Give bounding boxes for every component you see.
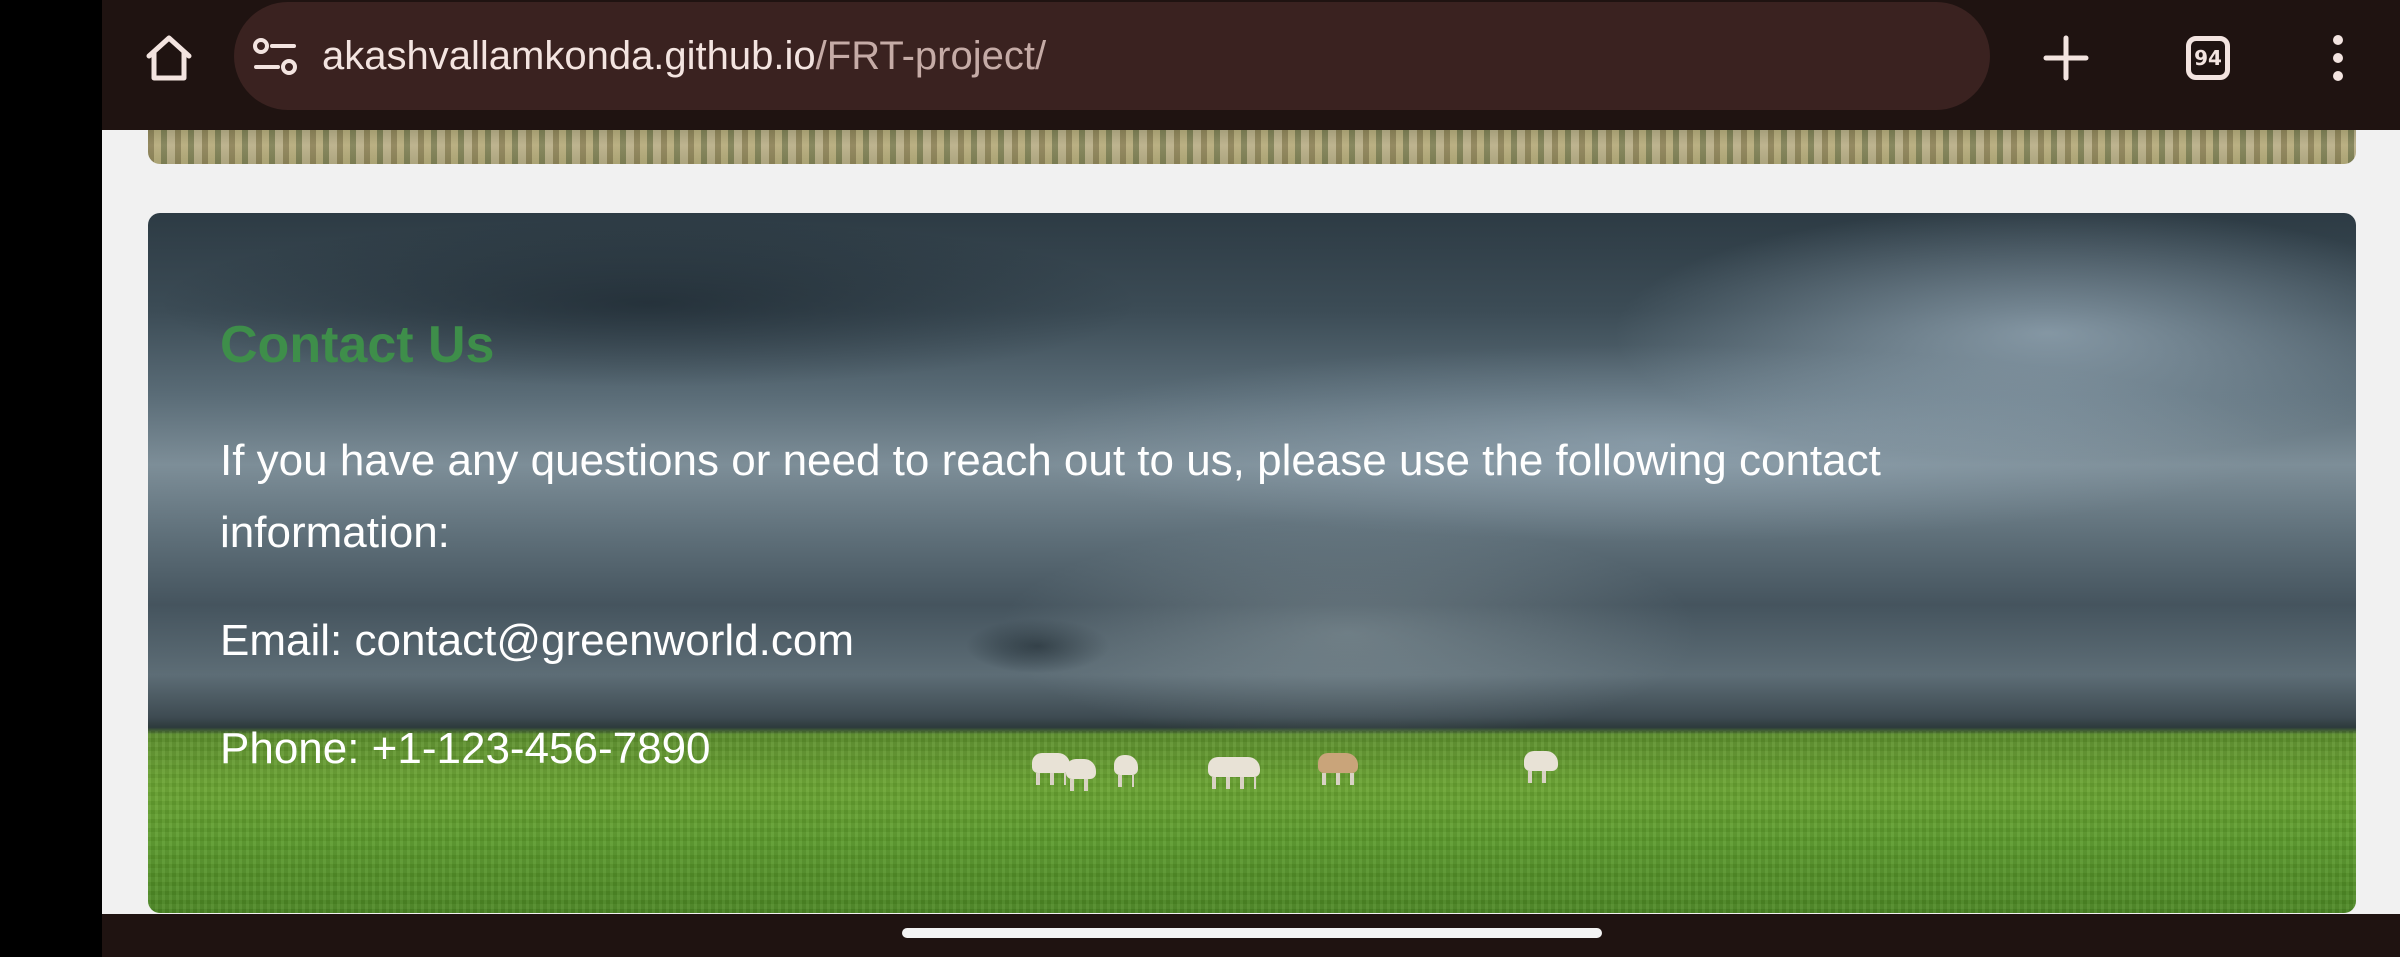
url-path: /FRT-project/ bbox=[815, 34, 1047, 78]
contact-intro: If you have any questions or need to rea… bbox=[220, 436, 1881, 557]
url-text[interactable]: akashvallamkonda.github.io/FRT-project/ bbox=[322, 30, 1046, 82]
home-icon bbox=[146, 35, 192, 81]
home-button[interactable] bbox=[128, 22, 210, 94]
browser-toolbar: akashvallamkonda.github.io/FRT-project/ … bbox=[102, 0, 2400, 130]
left-bezel bbox=[0, 0, 102, 957]
more-vert-icon bbox=[2333, 35, 2343, 81]
contact-content: Contact Us If you have any questions or … bbox=[220, 313, 2120, 785]
previous-section-image bbox=[148, 130, 2356, 164]
browser-screen: akashvallamkonda.github.io/FRT-project/ … bbox=[102, 0, 2400, 957]
contact-title: Contact Us bbox=[220, 316, 495, 374]
contact-section: Contact Us If you have any questions or … bbox=[148, 213, 2356, 913]
gesture-handle[interactable] bbox=[902, 928, 1602, 938]
contact-phone: Phone: +1-123-456-7890 bbox=[220, 724, 711, 773]
contact-email: Email: contact@greenworld.com bbox=[220, 616, 855, 665]
plus-icon bbox=[2043, 35, 2089, 81]
url-host: akashvallamkonda.github.io bbox=[322, 34, 816, 78]
address-bar[interactable]: akashvallamkonda.github.io/FRT-project/ bbox=[234, 2, 1990, 110]
site-settings-icon bbox=[253, 38, 297, 75]
tab-switcher-icon: 94 bbox=[2186, 36, 2230, 80]
site-info-button[interactable] bbox=[252, 36, 308, 82]
system-navigation-bar bbox=[102, 914, 2400, 957]
tab-switcher-button[interactable]: 94 bbox=[2170, 20, 2246, 96]
tab-count: 94 bbox=[2194, 46, 2222, 70]
overflow-menu-button[interactable] bbox=[2298, 20, 2378, 96]
new-tab-button[interactable] bbox=[2028, 20, 2104, 96]
